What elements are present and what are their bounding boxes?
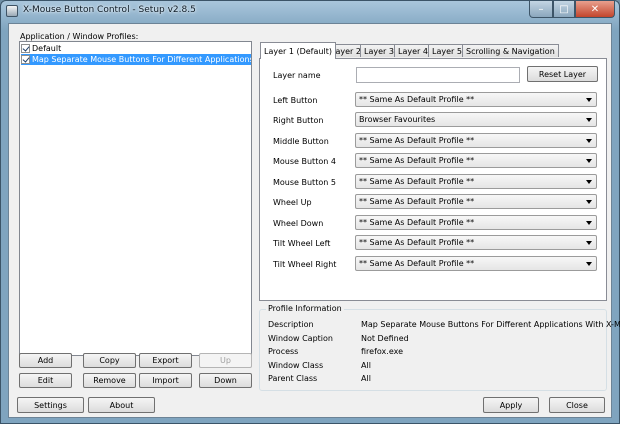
close-button[interactable]: Close	[549, 397, 605, 413]
info-value-window-caption: Not Defined	[361, 334, 409, 343]
mapping-label-wheel-down: Wheel Down	[273, 219, 324, 228]
window-controls: – □ ✕	[529, 1, 615, 19]
chevron-down-icon	[586, 159, 592, 163]
mapping-value: ** Same As Default Profile **	[359, 218, 475, 227]
import-button[interactable]: Import	[139, 373, 192, 388]
minimize-button[interactable]: –	[529, 1, 553, 18]
up-button[interactable]: Up	[199, 353, 252, 368]
mapping-value: ** Same As Default Profile **	[359, 197, 475, 206]
export-button[interactable]: Export	[139, 353, 192, 368]
apply-button[interactable]: Apply	[483, 397, 539, 413]
mapping-select-wheel-up[interactable]: ** Same As Default Profile **	[355, 194, 597, 209]
profile-information-group: Profile Information Description Map Sepa…	[259, 304, 620, 391]
profiles-label: Application / Window Profiles:	[20, 32, 139, 41]
add-button[interactable]: Add	[19, 353, 72, 368]
info-value-process: firefox.exe	[361, 347, 404, 356]
info-label-window-class: Window Class	[268, 361, 324, 370]
app-window: X-Mouse Button Control - Setup v2.8.5 – …	[0, 0, 620, 424]
profile-label: Map Separate Mouse Buttons For Different…	[32, 55, 252, 64]
tab-layer-5[interactable]: Layer 5	[428, 44, 466, 57]
mapping-select-tilt-wheel-right[interactable]: ** Same As Default Profile **	[355, 256, 597, 271]
chevron-down-icon	[586, 262, 592, 266]
copy-button[interactable]: Copy	[83, 353, 136, 368]
list-item-default[interactable]: Default	[21, 43, 251, 54]
window-title: X-Mouse Button Control - Setup v2.8.5	[23, 5, 196, 15]
reset-layer-button[interactable]: Reset Layer	[527, 66, 598, 82]
title-bar[interactable]: X-Mouse Button Control - Setup v2.8.5 – …	[1, 1, 619, 23]
layer-name-input[interactable]	[356, 67, 520, 83]
mapping-value: ** Same As Default Profile **	[359, 259, 475, 268]
mapping-select-left-button[interactable]: ** Same As Default Profile **	[355, 92, 597, 107]
layer-name-label: Layer name	[273, 71, 321, 80]
info-value-window-class: All	[361, 361, 371, 370]
list-item-selected-profile[interactable]: Map Separate Mouse Buttons For Different…	[21, 54, 252, 65]
mapping-label-middle-button: Middle Button	[273, 137, 329, 146]
chevron-down-icon	[586, 241, 592, 245]
tab-layer-4[interactable]: Layer 4	[394, 44, 432, 57]
profile-label: Default	[32, 44, 62, 53]
mapping-select-tilt-wheel-left[interactable]: ** Same As Default Profile **	[355, 235, 597, 250]
profile-list[interactable]: Default Map Separate Mouse Buttons For D…	[19, 41, 252, 356]
mapping-label-tilt-wheel-right: Tilt Wheel Right	[273, 260, 337, 269]
mapping-value: Browser Favourites	[359, 115, 436, 124]
maximize-button[interactable]: □	[553, 1, 575, 18]
mapping-value: ** Same As Default Profile **	[359, 238, 475, 247]
mapping-select-right-button[interactable]: Browser Favourites	[355, 112, 597, 127]
close-icon: ✕	[590, 3, 600, 15]
app-icon	[6, 5, 18, 17]
profile-checkbox[interactable]	[21, 44, 30, 53]
layer-panel: Layer name Reset Layer Left Button ** Sa…	[259, 58, 607, 301]
mapping-value: ** Same As Default Profile **	[359, 177, 475, 186]
tab-scrolling-navigation[interactable]: Scrolling & Navigation	[462, 44, 559, 57]
info-label-window-caption: Window Caption	[268, 334, 333, 343]
mapping-label-mouse-button-4: Mouse Button 4	[273, 157, 336, 166]
client-area: Application / Window Profiles: Default M…	[8, 23, 620, 418]
chevron-down-icon	[586, 180, 592, 184]
mapping-select-wheel-down[interactable]: ** Same As Default Profile **	[355, 215, 597, 230]
mapping-value: ** Same As Default Profile **	[359, 95, 475, 104]
info-label-process: Process	[268, 347, 299, 356]
chevron-down-icon	[586, 200, 592, 204]
mapping-label-wheel-up: Wheel Up	[273, 198, 312, 207]
edit-button[interactable]: Edit	[19, 373, 72, 388]
tab-layer-3[interactable]: Layer 3	[360, 44, 398, 57]
down-button[interactable]: Down	[199, 373, 252, 388]
chevron-down-icon	[586, 118, 592, 122]
mapping-select-middle-button[interactable]: ** Same As Default Profile **	[355, 133, 597, 148]
close-window-button[interactable]: ✕	[575, 1, 615, 18]
info-value-parent-class: All	[361, 374, 371, 383]
info-label-description: Description	[268, 320, 314, 329]
chevron-down-icon	[586, 98, 592, 102]
mapping-value: ** Same As Default Profile **	[359, 156, 475, 165]
about-button[interactable]: About	[88, 397, 155, 413]
group-title: Profile Information	[266, 304, 344, 313]
maximize-icon: □	[559, 3, 569, 15]
mapping-label-right-button: Right Button	[273, 116, 324, 125]
settings-button[interactable]: Settings	[17, 397, 84, 413]
chevron-down-icon	[586, 139, 592, 143]
remove-button[interactable]: Remove	[83, 373, 136, 388]
mapping-label-tilt-wheel-left: Tilt Wheel Left	[273, 239, 331, 248]
info-label-parent-class: Parent Class	[268, 374, 318, 383]
info-value-description: Map Separate Mouse Buttons For Different…	[361, 320, 620, 329]
mapping-select-mouse-button-4[interactable]: ** Same As Default Profile **	[355, 153, 597, 168]
mapping-label-mouse-button-5: Mouse Button 5	[273, 178, 336, 187]
tab-layer-1[interactable]: Layer 1 (Default)	[260, 42, 336, 59]
mapping-label-left-button: Left Button	[273, 96, 318, 105]
profile-checkbox[interactable]	[21, 55, 30, 64]
mapping-value: ** Same As Default Profile **	[359, 136, 475, 145]
chevron-down-icon	[586, 221, 592, 225]
minimize-icon: –	[538, 3, 544, 15]
mapping-select-mouse-button-5[interactable]: ** Same As Default Profile **	[355, 174, 597, 189]
